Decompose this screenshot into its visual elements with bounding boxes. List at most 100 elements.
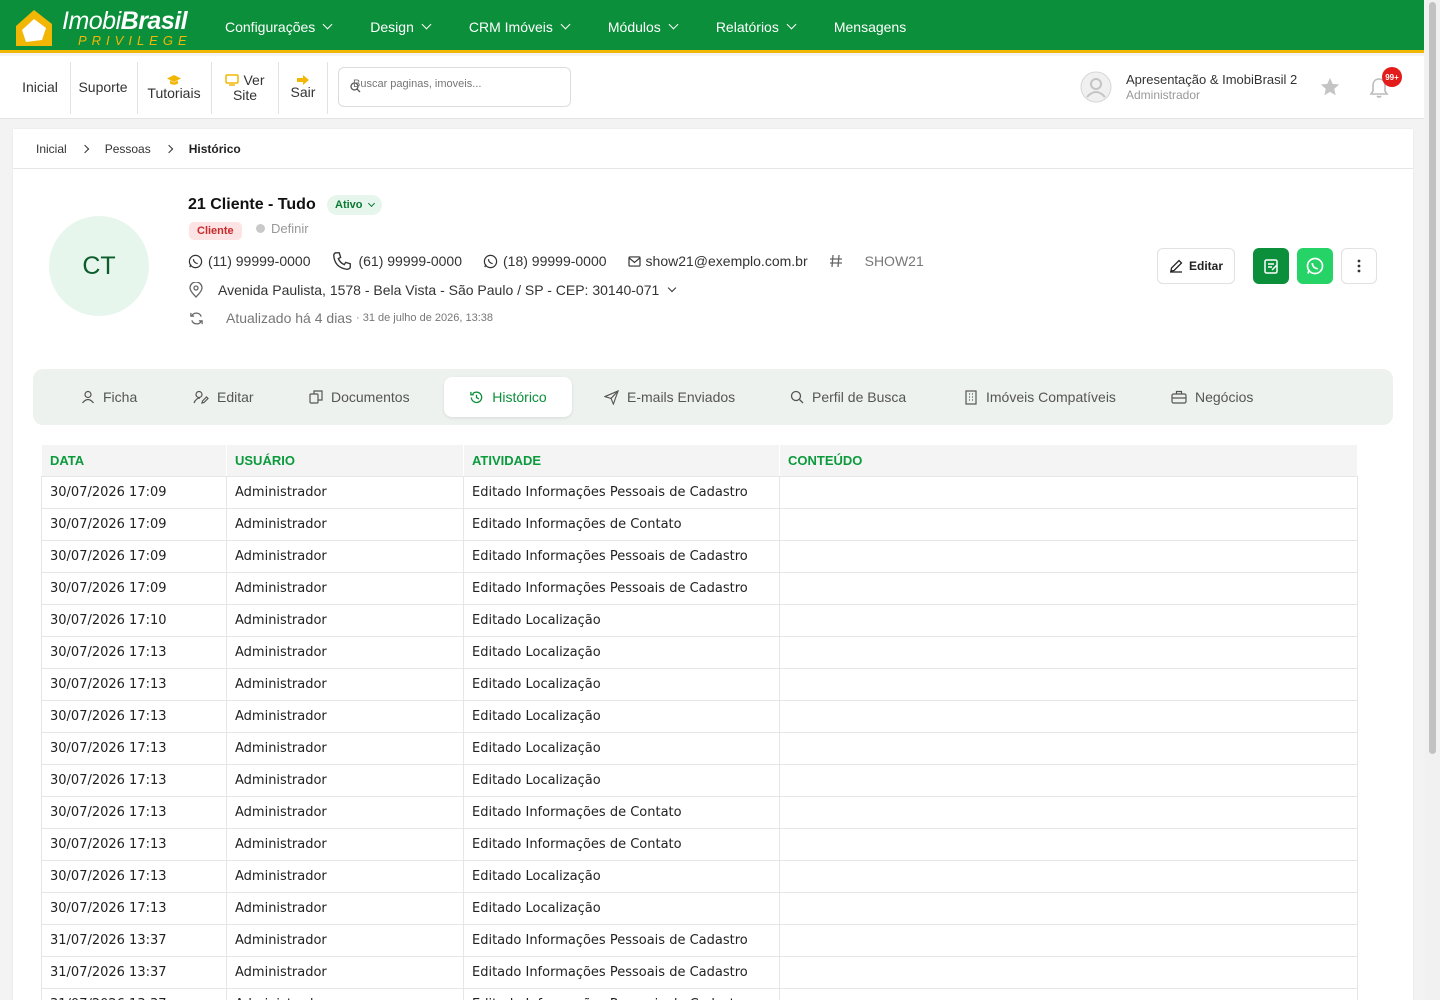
nav-modulos[interactable]: Módulos — [608, 19, 679, 35]
cell-conteudo — [779, 828, 1358, 861]
star-icon[interactable] — [1319, 76, 1341, 98]
definir-button[interactable]: Definir — [256, 221, 309, 236]
column-header-conteudo[interactable]: CONTEÚDO — [779, 444, 1358, 477]
edit-button[interactable]: Editar — [1157, 248, 1235, 284]
column-header-usuario[interactable]: USUÁRIO — [226, 444, 464, 477]
table-row[interactable]: 30/07/2026 17:13 Administrador Editado Loc… — [41, 892, 1358, 925]
cell-usuario: Administrador — [226, 924, 464, 957]
table-row[interactable]: 30/07/2026 17:13 Administrador Editado Loc… — [41, 636, 1358, 669]
cell-atividade: Editado Informações Pessoais de Cadastro — [463, 924, 780, 957]
cell-data: 30/07/2026 17:09 — [41, 572, 227, 605]
cell-atividade: Editado Localização — [463, 604, 780, 637]
cell-atividade: Editado Localização — [463, 764, 780, 797]
tab-imoveis-compativeis[interactable]: Imóveis Compatíveis — [964, 377, 1116, 417]
cell-usuario: Administrador — [226, 764, 464, 797]
email[interactable]: show21@exemplo.com.br — [627, 253, 808, 269]
table-row[interactable]: 30/07/2026 17:13 Administrador Editado Loc… — [41, 668, 1358, 701]
table-row[interactable]: 30/07/2026 17:13 Administrador Editado Loc… — [41, 732, 1358, 765]
user-name: Apresentação & ImobiBrasil 2 — [1126, 72, 1298, 87]
ver-site-button[interactable]: Ver Site — [216, 56, 274, 119]
cell-data: 31/07/2026 13:37 — [41, 988, 227, 1000]
user-menu[interactable]: Apresentação & ImobiBrasil 2 Administrad… — [1080, 69, 1320, 105]
tab-emails-enviados[interactable]: E-mails Enviados — [604, 377, 735, 417]
table-row[interactable]: 30/07/2026 17:10 Administrador Editado Loc… — [41, 604, 1358, 637]
table-row[interactable]: 30/07/2026 17:09 Administrador Editado Inf… — [41, 540, 1358, 573]
page-scrollbar[interactable] — [1425, 0, 1440, 1000]
user-icon — [82, 390, 94, 404]
table-row[interactable]: 31/07/2026 13:37AdministradorEditado Inf… — [41, 956, 1358, 989]
table-row[interactable]: 30/07/2026 17:13 Administrador Editado Loc… — [41, 700, 1358, 733]
table-row[interactable]: 30/07/2026 17:13 Administrador Editado Inf… — [41, 796, 1358, 829]
divider — [278, 62, 279, 114]
cell-atividade: Editado Localização — [463, 732, 780, 765]
cell-data: 30/07/2026 17:10 — [41, 604, 227, 637]
user-role: Administrador — [1126, 88, 1201, 102]
scrollbar-thumb[interactable] — [1429, 2, 1436, 754]
address[interactable]: Avenida Paulista, 1578 - Bela Vista - Sã… — [189, 281, 677, 299]
cell-conteudo — [779, 636, 1358, 669]
cell-atividade: Editado Informações Pessoais de Cadastro — [463, 540, 780, 573]
status-badge[interactable]: Ativo — [327, 195, 382, 215]
inicial-button[interactable]: Inicial — [14, 56, 66, 119]
person-name: 21 Cliente - Tudo — [188, 196, 316, 213]
phone-1[interactable]: (11) 99999-0000 — [188, 253, 310, 269]
nav-configuracoes[interactable]: Configurações — [225, 19, 333, 35]
phone-3[interactable]: (18) 99999-0000 — [483, 253, 607, 269]
cell-data: 30/07/2026 17:09 — [41, 476, 227, 509]
whatsapp-button[interactable] — [1297, 248, 1333, 284]
tab-perfil-de-busca[interactable]: Perfil de Busca — [790, 377, 906, 417]
more-options-button[interactable] — [1341, 248, 1377, 284]
table-row[interactable]: 31/07/2026 13:37AdministradorEditado Inf… — [41, 924, 1358, 957]
nav-crm-imoveis[interactable]: CRM Imóveis — [469, 19, 571, 35]
nav-relatorios[interactable]: Relatórios — [716, 19, 797, 35]
table-row[interactable]: 30/07/2026 17:09 Administrador Editado Inf… — [41, 476, 1358, 509]
cell-usuario: Administrador — [226, 540, 464, 573]
breadcrumb-inicial[interactable]: Inicial — [36, 142, 67, 156]
phone-2[interactable]: (61) 99999-0000 — [331, 250, 462, 272]
notes-button[interactable] — [1253, 248, 1289, 284]
tab-editar[interactable]: Editar — [193, 377, 254, 417]
tab-negocios[interactable]: Negócios — [1171, 377, 1253, 417]
notification-badge: 99+ — [1382, 67, 1402, 87]
cell-data: 30/07/2026 17:13 — [41, 764, 227, 797]
breadcrumb-current: Histórico — [188, 141, 241, 156]
person-type-badge: Cliente — [189, 222, 242, 240]
table-row[interactable]: 30/07/2026 17:13 Administrador Editado Inf… — [41, 828, 1358, 861]
tab-documentos[interactable]: Documentos — [309, 377, 410, 417]
table-row[interactable]: 31/07/2026 13:37AdministradorEditado Inf… — [41, 988, 1358, 1000]
breadcrumb-pessoas[interactable]: Pessoas — [105, 142, 151, 156]
tab-historico[interactable]: Histórico — [444, 377, 572, 417]
cell-usuario: Administrador — [226, 604, 464, 637]
table-row[interactable]: 30/07/2026 17:13 Administrador Editado Loc… — [41, 860, 1358, 893]
pencil-icon — [1169, 259, 1183, 273]
table-row[interactable]: 30/07/2026 17:09 Administrador Editado Inf… — [41, 508, 1358, 541]
phone-icon — [333, 252, 352, 270]
table-row[interactable]: 30/07/2026 17:13 Administrador Editado Loc… — [41, 764, 1358, 797]
cell-atividade: Editado Localização — [463, 636, 780, 669]
suporte-button[interactable]: Suporte — [74, 56, 132, 119]
divider — [137, 62, 138, 114]
cell-conteudo — [779, 572, 1358, 605]
tutoriais-button[interactable]: Tutoriais — [140, 56, 208, 119]
table-row[interactable]: 30/07/2026 17:09 Administrador Editado Inf… — [41, 572, 1358, 605]
cell-conteudo — [779, 508, 1358, 541]
cell-conteudo — [779, 988, 1358, 1000]
cell-data: 30/07/2026 17:13 — [41, 636, 227, 669]
whatsapp-icon — [1306, 257, 1324, 275]
cell-usuario: Administrador — [226, 476, 464, 509]
column-header-atividade[interactable]: ATIVIDADE — [463, 444, 780, 477]
sair-button[interactable]: Sair — [282, 56, 324, 119]
cell-data: 30/07/2026 17:13 — [41, 700, 227, 733]
nav-mensagens[interactable]: Mensagens — [834, 19, 906, 35]
nav-design[interactable]: Design — [370, 19, 432, 35]
mail-icon — [627, 255, 641, 267]
cell-atividade: Editado Localização — [463, 892, 780, 925]
column-header-data[interactable]: DATA — [41, 444, 227, 477]
cell-usuario: Administrador — [226, 828, 464, 861]
chevron-down-icon — [786, 19, 797, 30]
search-input[interactable] — [353, 78, 563, 90]
brand-logo[interactable]: ImobiBrasil PRIVILEGE — [12, 4, 192, 50]
cell-usuario: Administrador — [226, 636, 464, 669]
cell-data: 30/07/2026 17:13 — [41, 828, 227, 861]
tab-ficha[interactable]: Ficha — [81, 377, 137, 417]
